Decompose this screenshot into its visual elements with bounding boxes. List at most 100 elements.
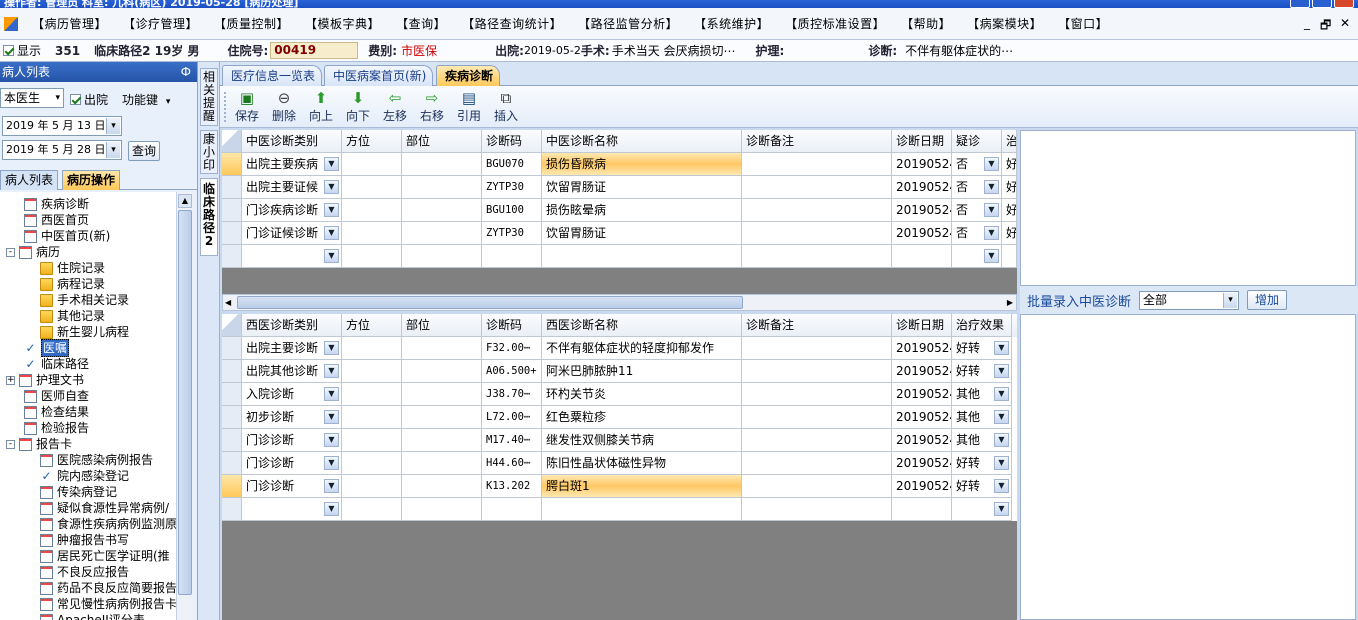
menu-item-10[interactable]: 【病案模块】 — [959, 15, 1050, 32]
menu-item-3[interactable]: 【模板字典】 — [297, 15, 388, 32]
tree-item[interactable]: ApacheII评分表 — [40, 612, 145, 620]
menu-item-4[interactable]: 【查询】 — [388, 15, 454, 32]
table-cell[interactable] — [402, 498, 482, 521]
table-cell[interactable] — [402, 222, 482, 245]
table-cell[interactable] — [402, 452, 482, 475]
column-header[interactable]: 诊断日期 — [892, 314, 952, 337]
table-cell[interactable]: L72.00⋯ — [482, 406, 542, 429]
chevron-down-icon[interactable]: ▼ — [994, 341, 1009, 355]
tree-item[interactable]: 检查结果 — [24, 404, 89, 420]
discharged-checkbox[interactable] — [70, 94, 81, 105]
arrow-left-button[interactable]: ⇦ 左移 — [377, 90, 413, 124]
chevron-down-icon[interactable]: ▼ — [984, 203, 999, 217]
table-row[interactable]: 初步诊断 ▼ L72.00⋯ 红色粟粒疹 20190524 其他 ▼ — [222, 406, 1017, 429]
close-button[interactable] — [1334, 0, 1354, 8]
menu-item-8[interactable]: 【质控标准设置】 — [777, 15, 893, 32]
table-cell[interactable] — [742, 337, 892, 360]
table-cell[interactable] — [402, 383, 482, 406]
tree-item[interactable]: 传染病登记 — [40, 484, 117, 500]
table-cell[interactable]: 腭白斑1 — [542, 475, 742, 498]
tab-tcm-record-home[interactable]: 中医病案首页(新) — [324, 65, 434, 86]
column-header[interactable]: 方位 — [342, 314, 402, 337]
table-cell[interactable] — [402, 153, 482, 176]
table-cell[interactable]: K13.202 — [482, 475, 542, 498]
table-cell[interactable] — [742, 429, 892, 452]
tree-item[interactable]: 住院记录 — [40, 260, 105, 276]
table-cell[interactable] — [402, 337, 482, 360]
column-header[interactable]: 诊断备注 — [742, 314, 892, 337]
column-header[interactable]: 治疗效果 — [952, 314, 1012, 337]
arrow-down-button[interactable]: ⬇ 向下 — [340, 90, 376, 124]
scroll-up-icon[interactable]: ▲ — [178, 194, 192, 208]
grid-corner[interactable] — [222, 314, 242, 337]
table-cell[interactable]: 20190524 — [892, 337, 952, 360]
tree-item[interactable]: ✓ 医嘱 — [24, 339, 70, 357]
table-cell[interactable]: 好转 ▼ — [952, 360, 1012, 383]
mdi-minimize-button[interactable]: _ — [1304, 16, 1310, 30]
column-header[interactable]: 中医诊断名称 — [542, 130, 742, 153]
table-cell[interactable]: 好转 ▼ — [952, 337, 1012, 360]
menu-item-2[interactable]: 【质量控制】 — [206, 15, 297, 32]
chevron-down-icon[interactable]: ▼ — [324, 364, 339, 378]
chevron-down-icon[interactable]: ▼ — [994, 364, 1009, 378]
table-cell[interactable]: 出院主要疾病 ▼ — [242, 153, 342, 176]
column-header[interactable]: 部位 — [402, 314, 482, 337]
table-cell[interactable]: 红色粟粒疹 — [542, 406, 742, 429]
chevron-down-icon[interactable]: ▼ — [324, 502, 339, 516]
tab-clinical-path[interactable]: 临床路径2 — [200, 178, 218, 256]
chevron-down-icon[interactable]: ▼ — [324, 341, 339, 355]
table-cell[interactable]: 好 — [1002, 153, 1017, 176]
table-cell[interactable] — [742, 176, 892, 199]
table-cell[interactable] — [1002, 245, 1017, 268]
chevron-down-icon[interactable]: ▼ — [324, 203, 339, 217]
table-cell[interactable] — [402, 475, 482, 498]
table-cell[interactable] — [402, 360, 482, 383]
chevron-down-icon[interactable]: ▼ — [984, 249, 999, 263]
table-cell[interactable]: ▼ — [242, 245, 342, 268]
table-cell[interactable] — [342, 360, 402, 383]
tree-item[interactable]: - 病历 — [6, 244, 60, 260]
table-cell[interactable]: ▼ — [242, 498, 342, 521]
row-header[interactable] — [222, 475, 242, 498]
tree-item[interactable]: 医师自查 — [24, 388, 89, 404]
table-cell[interactable] — [342, 176, 402, 199]
tree-item[interactable]: 新生婴儿病程 — [40, 324, 129, 340]
tree-item[interactable]: ✓ 院内感染登记 — [40, 468, 129, 484]
column-header[interactable]: 治 — [1002, 130, 1017, 153]
tree-item[interactable]: 医院感染病例报告 — [40, 452, 153, 468]
chevron-down-icon[interactable]: ▼ — [324, 433, 339, 447]
table-cell[interactable]: 阿米巴肺脓肿11 — [542, 360, 742, 383]
table-cell[interactable]: 其他 ▼ — [952, 429, 1012, 452]
table-row[interactable]: 入院诊断 ▼ J38.70⋯ 环杓关节炎 20190524 其他 ▼ — [222, 383, 1017, 406]
tab-patient-list[interactable]: 病人列表 — [0, 170, 59, 190]
chevron-down-icon[interactable]: ▼ — [324, 456, 339, 470]
tab-medical-overview[interactable]: 医疗信息一览表 — [222, 65, 323, 86]
table-cell[interactable]: ▼ — [952, 498, 1012, 521]
chevron-down-icon[interactable]: ▼ — [984, 180, 999, 194]
column-header[interactable]: 诊断码 — [482, 130, 542, 153]
table-cell[interactable]: 20190524 — [892, 176, 952, 199]
tree-item[interactable]: - 报告卡 — [6, 436, 72, 452]
table-cell[interactable] — [742, 360, 892, 383]
table-cell[interactable]: 20190524 — [892, 429, 952, 452]
scroll-thumb[interactable] — [178, 210, 192, 595]
tree-item[interactable]: + 护理文书 — [6, 372, 84, 388]
tab-related-reminders[interactable]: 相关提醒 — [200, 68, 218, 126]
pin-icon[interactable]: Ф — [181, 62, 191, 82]
tree-item[interactable]: 药品不良反应简要报告 — [40, 580, 176, 596]
show-checkbox[interactable] — [3, 45, 14, 56]
tree-item[interactable]: 肿瘤报告书写 — [40, 532, 129, 548]
chevron-down-icon[interactable]: ▼ — [984, 226, 999, 240]
table-cell[interactable]: 好 — [1002, 176, 1017, 199]
mdi-close-button[interactable]: ✕ — [1340, 16, 1350, 30]
table-cell[interactable]: 出院主要诊断 ▼ — [242, 337, 342, 360]
column-header[interactable]: 诊断码 — [482, 314, 542, 337]
table-cell[interactable] — [892, 245, 952, 268]
table-cell[interactable]: 饮留胃肠证 — [542, 176, 742, 199]
table-cell[interactable]: 好转 ▼ — [952, 475, 1012, 498]
tab-kang-xiao-yin[interactable]: 康小印 — [200, 130, 218, 174]
table-cell[interactable] — [402, 429, 482, 452]
chevron-down-icon[interactable]: ▼ — [324, 249, 339, 263]
table-row[interactable]: 门诊疾病诊断 ▼ BGU100 损伤眩晕病 20190524 否 ▼ 好 — [222, 199, 1017, 222]
table-cell[interactable]: 门诊诊断 ▼ — [242, 452, 342, 475]
